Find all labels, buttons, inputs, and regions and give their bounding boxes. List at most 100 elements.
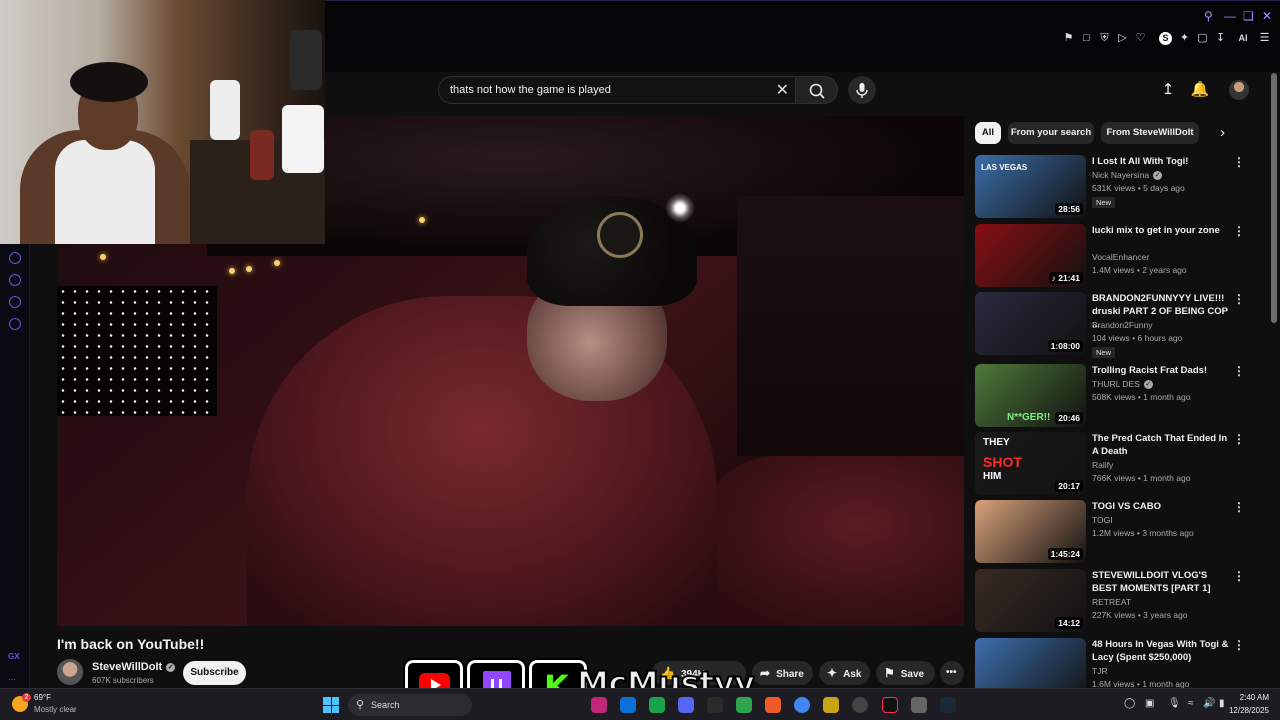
channel-name-text[interactable]: RETREAT bbox=[1092, 597, 1131, 607]
video-thumbnail[interactable]: 14:12 bbox=[975, 569, 1086, 632]
discord-app-icon[interactable] bbox=[678, 697, 694, 713]
opera-gx-app-icon[interactable] bbox=[591, 697, 607, 713]
channel-name[interactable]: RETREAT bbox=[1092, 596, 1131, 608]
more-actions-button[interactable]: ••• bbox=[940, 661, 964, 685]
recommendation-item[interactable]: 1:08:00 BRANDON2FUNNYYY LIVE!!! druski PA… bbox=[975, 292, 1265, 358]
video-thumbnail[interactable]: 1:45:24 bbox=[975, 500, 1086, 563]
search-query[interactable]: thats not how the game is played bbox=[450, 84, 611, 96]
player-sidebar-icon[interactable] bbox=[9, 252, 21, 264]
channel-avatar[interactable] bbox=[57, 659, 83, 685]
chip-from-channel[interactable]: From SteveWillDoIt bbox=[1101, 122, 1199, 144]
extension-s-icon[interactable]: S bbox=[1159, 32, 1172, 45]
search-button[interactable] bbox=[796, 76, 838, 104]
video-thumbnail[interactable]: N**GER!! 20:46 bbox=[975, 364, 1086, 427]
tiktok-app-icon[interactable] bbox=[882, 697, 898, 713]
channel-name-text[interactable]: Ralify bbox=[1092, 460, 1113, 470]
channel-name[interactable]: TOGI bbox=[1092, 514, 1113, 526]
heart-icon[interactable]: ♡ bbox=[1134, 32, 1147, 45]
more-vertical-icon[interactable]: ⋮ bbox=[1233, 224, 1245, 238]
chevron-right-icon[interactable]: › bbox=[1220, 124, 1225, 141]
voice-search-button[interactable] bbox=[848, 76, 876, 104]
app-icon[interactable] bbox=[707, 697, 723, 713]
download-icon[interactable]: ↧ bbox=[1214, 32, 1227, 45]
app-icon[interactable] bbox=[823, 697, 839, 713]
channel-name-text[interactable]: THURL DES bbox=[1092, 379, 1140, 389]
wifi-icon[interactable]: ≈ bbox=[1188, 698, 1194, 709]
channel-name-text[interactable]: Nick Nayersina bbox=[1092, 170, 1149, 180]
tray-icon[interactable]: ◯ bbox=[1124, 698, 1135, 709]
scrollbar[interactable] bbox=[1271, 73, 1277, 323]
start-button[interactable] bbox=[323, 697, 339, 713]
channel-name-text[interactable]: TJR bbox=[1092, 666, 1108, 676]
ask-button[interactable]: ✦ Ask bbox=[819, 661, 870, 685]
shield-icon[interactable]: ⛨ bbox=[1098, 32, 1111, 45]
notifications-bell-icon[interactable]: 🔔 bbox=[1190, 80, 1210, 100]
channel-name-row[interactable]: SteveWillDoIt ✓ bbox=[92, 661, 176, 673]
recommendation-item[interactable]: ♪ 21:41 lucki mix to get in your zone Voca… bbox=[975, 224, 1265, 288]
extensions-sidebar-icon[interactable] bbox=[9, 296, 21, 308]
edge-app-icon[interactable] bbox=[620, 697, 636, 713]
chip-from-your-search[interactable]: From your search bbox=[1008, 122, 1094, 144]
channel-name[interactable]: VocalEnhancer bbox=[1092, 251, 1149, 263]
video-title[interactable]: STEVEWILLDOIT VLOG'S BEST MOMENTS [PART … bbox=[1092, 569, 1232, 595]
channel-name[interactable]: SteveWillDoIt bbox=[92, 661, 162, 673]
tray-icon[interactable]: ▣ bbox=[1145, 698, 1154, 709]
volume-icon[interactable]: 🔊 bbox=[1203, 698, 1215, 709]
video-thumbnail[interactable]: THEY SHOT HIM 20:17 bbox=[975, 432, 1086, 495]
video-title[interactable]: lucki mix to get in your zone bbox=[1092, 224, 1232, 237]
xbox-app-icon[interactable] bbox=[649, 697, 665, 713]
channel-name[interactable]: THURL DES ✓ bbox=[1092, 378, 1153, 390]
more-vertical-icon[interactable]: ⋮ bbox=[1233, 155, 1245, 169]
video-title[interactable]: Trolling Racist Frat Dads! bbox=[1092, 364, 1232, 377]
channel-name[interactable]: TJR bbox=[1092, 665, 1108, 677]
extensions-icon[interactable]: ✦ bbox=[1178, 32, 1191, 45]
history-icon[interactable] bbox=[9, 274, 21, 286]
recommendation-item[interactable]: THEY SHOT HIM 20:17 The Pred Catch That Ende… bbox=[975, 432, 1265, 496]
video-thumbnail[interactable]: LAS VEGAS 28:56 bbox=[975, 155, 1086, 218]
recommendation-item[interactable]: 1:45:24 TOGI VS CABO TOGI 1.2M views • 3 mo… bbox=[975, 500, 1265, 564]
recommendation-item[interactable]: N**GER!! 20:46 Trolling Racist Frat Dads! T… bbox=[975, 364, 1265, 428]
clock-date[interactable]: 12/28/2025 bbox=[1222, 706, 1269, 715]
menu-icon[interactable]: ☰ bbox=[1258, 32, 1271, 45]
chrome-app-icon[interactable] bbox=[794, 697, 810, 713]
app-icon[interactable] bbox=[736, 697, 752, 713]
minimize-icon[interactable]: — bbox=[1224, 9, 1236, 23]
clock-time[interactable]: 2:40 AM bbox=[1237, 693, 1269, 702]
video-thumbnail[interactable]: 1:08:00 bbox=[975, 292, 1086, 355]
more-vertical-icon[interactable]: ⋮ bbox=[1233, 500, 1245, 514]
video-title[interactable]: TOGI VS CABO bbox=[1092, 500, 1232, 513]
video-thumbnail[interactable]: ♪ 21:41 bbox=[975, 224, 1086, 287]
account-avatar[interactable] bbox=[1229, 80, 1249, 100]
subscribe-button[interactable]: Subscribe bbox=[183, 661, 246, 685]
share-button[interactable]: ➦ Share bbox=[752, 661, 813, 685]
video-title[interactable]: 48 Hours In Vegas With Togi & Lacy (Spen… bbox=[1092, 638, 1232, 664]
sidebar-more-icon[interactable]: ... bbox=[8, 672, 16, 683]
search-tabs-icon[interactable]: ⚲ bbox=[1204, 9, 1213, 23]
channel-name[interactable]: Brandon2Funny bbox=[1092, 319, 1153, 331]
ai-extension-icon[interactable]: AI bbox=[1232, 32, 1254, 45]
app-icon[interactable] bbox=[852, 697, 868, 713]
recommendation-item[interactable]: LAS VEGAS 28:56 I Lost It All With Togi! Ni… bbox=[975, 155, 1265, 219]
taskbar-search[interactable]: ⚲ Search bbox=[348, 694, 472, 716]
microphone-tray-icon[interactable]: 🎙 bbox=[1168, 698, 1181, 709]
more-vertical-icon[interactable]: ⋮ bbox=[1233, 569, 1245, 583]
app-icon[interactable] bbox=[765, 697, 781, 713]
maximize-icon[interactable]: ❏ bbox=[1243, 9, 1254, 23]
upload-icon[interactable]: ↥ bbox=[1158, 80, 1178, 100]
more-vertical-icon[interactable]: ⋮ bbox=[1233, 364, 1245, 378]
snapshot-icon[interactable]: □ bbox=[1080, 32, 1093, 45]
search-input[interactable]: thats not how the game is played ✕ bbox=[438, 76, 796, 104]
more-vertical-icon[interactable]: ⋮ bbox=[1233, 432, 1245, 446]
chip-all[interactable]: All bbox=[975, 122, 1001, 144]
save-button[interactable]: ⚑ Save bbox=[876, 661, 935, 685]
channel-name-text[interactable]: TOGI bbox=[1092, 515, 1113, 525]
player-icon[interactable]: ▷ bbox=[1116, 32, 1129, 45]
screenshot-icon[interactable]: ▢ bbox=[1196, 32, 1209, 45]
clear-search-icon[interactable]: ✕ bbox=[776, 80, 789, 100]
settings-app-icon[interactable] bbox=[911, 697, 927, 713]
bookmark-icon[interactable]: ⚑ bbox=[1062, 32, 1075, 45]
channel-name[interactable]: Nick Nayersina ✓ bbox=[1092, 169, 1163, 181]
settings-icon[interactable] bbox=[9, 318, 21, 330]
video-title[interactable]: I Lost It All With Togi! bbox=[1092, 155, 1232, 168]
channel-name-text[interactable]: VocalEnhancer bbox=[1092, 252, 1149, 262]
